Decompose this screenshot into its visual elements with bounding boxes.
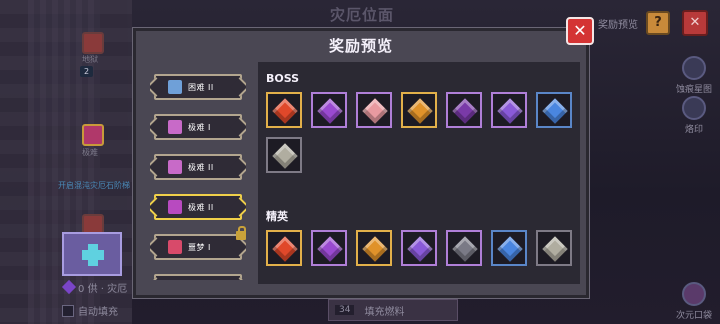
reward-slot[interactable]	[446, 230, 482, 266]
reward-slot[interactable]	[446, 92, 482, 128]
reward-slot[interactable]	[266, 230, 302, 266]
amethyst-icon	[407, 236, 433, 262]
stage-count-badge: 2	[80, 66, 94, 77]
gem-counter: 0 供 · 灾厄	[61, 279, 127, 295]
reward-slot[interactable]	[536, 92, 572, 128]
stage-name-top: 地狱	[82, 55, 98, 64]
reward-slot[interactable]	[311, 92, 347, 128]
stage-node-mid[interactable]	[82, 124, 104, 146]
stage-node-top[interactable]	[82, 32, 104, 54]
grey-stone-icon	[542, 236, 568, 262]
elite-section-title: 精英	[266, 210, 288, 223]
difficulty-item[interactable]: 困难 II	[154, 74, 242, 100]
side-brand[interactable]: 烙印	[676, 96, 712, 135]
brand-icon	[682, 96, 706, 120]
reward-slot[interactable]	[266, 137, 302, 173]
modal-title: 奖励预览	[328, 37, 393, 55]
difficulty-label: 极难 I	[188, 122, 211, 132]
reward-slot[interactable]	[266, 92, 302, 128]
difficulty-item[interactable]: 极难 I	[154, 114, 242, 140]
screen-close-button[interactable]: ✕	[682, 10, 708, 36]
reward-slot[interactable]	[491, 230, 527, 266]
difficulty-label: 困难 II	[188, 82, 214, 92]
side-pocket[interactable]: 次元口袋	[676, 282, 712, 321]
difficulty-item-locked[interactable]: 噩梦 I	[154, 226, 246, 260]
reward-slot[interactable]	[311, 230, 347, 266]
grey-stone-icon	[272, 143, 298, 169]
sapphire-icon	[542, 98, 568, 124]
difficulty-item[interactable]: 极难 II	[154, 154, 242, 180]
sapphire-icon	[497, 236, 523, 262]
dark-ore-icon	[452, 236, 478, 262]
modal-close-button[interactable]: ✕	[566, 17, 594, 45]
stage-name-mid: 极难	[82, 148, 98, 157]
amber-crystal-icon	[362, 236, 388, 262]
pocket-icon	[682, 282, 706, 306]
screen-title: 灾厄位面	[330, 6, 395, 24]
reward-slot[interactable]	[356, 92, 392, 128]
amber-crystal-icon	[407, 98, 433, 124]
difficulty-list[interactable]: 困难 II 极难 I 极难 II 极难 II 噩梦 I	[150, 70, 246, 280]
pink-crystal-icon	[362, 98, 388, 124]
difficulty-icon	[168, 120, 182, 134]
reward-slot[interactable]	[401, 230, 437, 266]
difficulty-icon	[168, 200, 182, 214]
void-essence-icon	[452, 98, 478, 124]
reward-slot[interactable]	[536, 230, 572, 266]
gem-icon	[61, 279, 77, 295]
reward-preview-link[interactable]: 奖励预览	[598, 16, 638, 31]
reward-slot[interactable]	[356, 230, 392, 266]
difficulty-icon	[168, 160, 182, 174]
reward-slot[interactable]	[491, 92, 527, 128]
difficulty-item-partial[interactable]	[154, 274, 242, 280]
difficulty-icon	[168, 80, 182, 94]
fire-crystal-icon	[272, 98, 298, 124]
fill-fuel-button[interactable]: 34 填充燃料	[328, 299, 458, 321]
boss-section-title: BOSS	[266, 72, 300, 85]
difficulty-label: 极难 II	[188, 162, 214, 172]
purple-ore-icon	[317, 98, 343, 124]
star-map-icon	[682, 56, 706, 80]
difficulty-item-selected[interactable]: 极难 II	[154, 194, 242, 220]
difficulty-label: 噩梦 I	[188, 242, 211, 252]
reward-slot[interactable]	[401, 92, 437, 128]
fire-crystal-icon	[272, 236, 298, 262]
checkbox-icon[interactable]	[62, 304, 74, 317]
difficulty-label: 极难 II	[188, 202, 214, 212]
stage-hint: 开启混沌灾厄石阶梯	[58, 181, 130, 190]
help-button[interactable]: ?	[646, 11, 670, 35]
lock-icon	[236, 226, 246, 240]
heal-shrine[interactable]	[62, 232, 122, 276]
side-star-map[interactable]: 蚀痕星图	[676, 56, 712, 95]
reward-panel: BOSS 精英	[258, 62, 580, 284]
difficulty-icon	[168, 240, 182, 254]
purple-ore-icon	[317, 236, 343, 262]
auto-fill-toggle[interactable]: 自动填充	[62, 303, 118, 318]
modal-header: 奖励预览	[136, 31, 586, 61]
amethyst-icon	[497, 98, 523, 124]
